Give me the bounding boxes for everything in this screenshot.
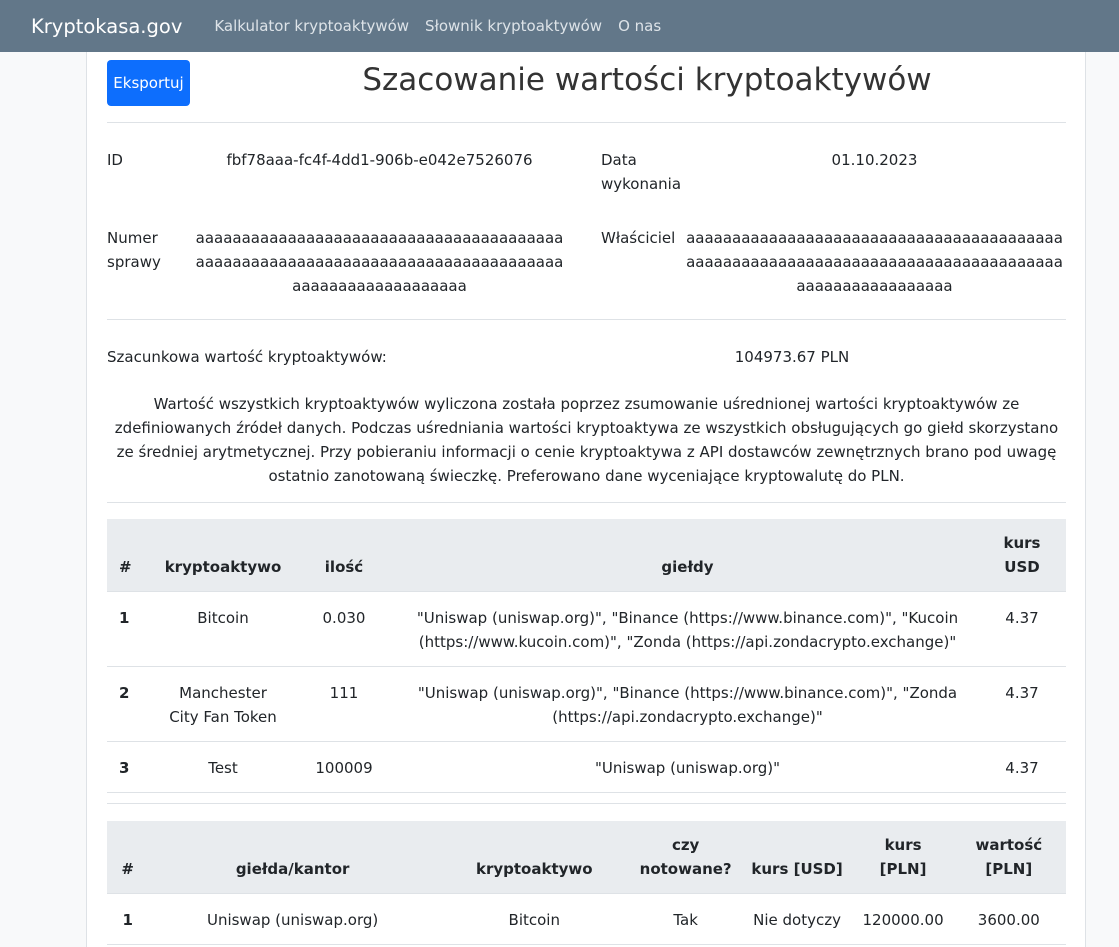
asset-quantity: 100009 (291, 741, 397, 793)
owner-label: Właściciel (601, 229, 676, 247)
column-header: wartość [PLN] (951, 821, 1066, 894)
divider (107, 502, 1066, 503)
report-card: Eksportuj Szacowanie wartości kryptoakty… (86, 52, 1086, 947)
table-row: 3 Test 100009 "Uniswap (uniswap.org)" 4.… (107, 741, 1066, 793)
column-header: kryptoaktywo (436, 821, 632, 894)
row-number: 1 (107, 591, 155, 667)
row-number: 3 (107, 741, 155, 793)
date-value: 01.10.2023 (831, 151, 918, 169)
asset-name: Test (155, 741, 291, 793)
asset-name: Bitcoin (436, 893, 632, 945)
column-header: ilość (291, 519, 397, 592)
column-header: kurs [PLN] (854, 821, 952, 894)
column-header: # (107, 821, 149, 894)
table-header-row: # giełda/kantor kryptoaktywo czy notowan… (107, 821, 1066, 894)
column-header: giełdy (397, 519, 978, 592)
asset-exchanges: "Uniswap (uniswap.org)", "Binance (https… (397, 666, 978, 742)
listed-status: Tak (631, 893, 740, 945)
column-header: kurs USD (978, 519, 1066, 592)
case-number-label: Numer sprawy (107, 229, 161, 271)
asset-rate-usd: 4.37 (978, 591, 1066, 667)
nav-link-dictionary[interactable]: Słownik kryptoaktywów (425, 17, 602, 35)
asset-name: Manchester City Fan Token (155, 666, 291, 742)
nav-link-about[interactable]: O nas (618, 17, 661, 35)
asset-name: Bitcoin (155, 591, 291, 667)
rate-usd: Nie dotyczy (739, 893, 855, 945)
exchange-table: # giełda/kantor kryptoaktywo czy notowan… (107, 821, 1066, 945)
navbar: Kryptokasa.gov Kalkulator kryptoaktywów … (0, 0, 1119, 52)
asset-quantity: 111 (291, 666, 397, 742)
asset-quantity: 0.030 (291, 591, 397, 667)
table-row: 1 Uniswap (uniswap.org) Bitcoin Tak Nie … (107, 893, 1066, 945)
row-number: 2 (107, 666, 155, 742)
exchange-name: Uniswap (uniswap.org) (148, 893, 437, 945)
divider (107, 319, 1066, 320)
export-button[interactable]: Eksportuj (107, 60, 190, 106)
asset-exchanges: "Uniswap (uniswap.org)" (397, 741, 978, 793)
case-number-value: aaaaaaaaaaaaaaaaaaaaaaaaaaaaaaaaaaaaaaaa… (195, 229, 564, 295)
asset-rate-usd: 4.37 (978, 666, 1066, 742)
asset-exchanges: "Uniswap (uniswap.org)", "Binance (https… (397, 591, 978, 667)
value-pln: 3600.00 (951, 893, 1066, 945)
column-header: kurs [USD] (739, 821, 855, 894)
id-value: fbf78aaa-fc4f-4dd1-906b-e042e7526076 (226, 151, 533, 169)
divider (107, 803, 1066, 804)
column-header: czy notowane? (631, 821, 740, 894)
owner-value: aaaaaaaaaaaaaaaaaaaaaaaaaaaaaaaaaaaaaaaa… (686, 229, 1063, 295)
row-number: 1 (107, 893, 149, 945)
id-label: ID (107, 151, 123, 169)
table-row: 2 Manchester City Fan Token 111 "Uniswap… (107, 666, 1066, 742)
estimate-label: Szacunkowa wartość kryptoaktywów: (107, 348, 387, 366)
date-label: Data wykonania (601, 151, 682, 193)
divider (107, 122, 1066, 123)
table-row: 1 Bitcoin 0.030 "Uniswap (uniswap.org)",… (107, 591, 1066, 667)
assets-table: # kryptoaktywo ilość giełdy kurs USD 1 B… (107, 519, 1066, 793)
rate-pln: 120000.00 (854, 893, 952, 945)
brand-link[interactable]: Kryptokasa.gov (31, 15, 182, 38)
nav-link-calculator[interactable]: Kalkulator kryptoaktywów (214, 17, 409, 35)
column-header: # (107, 519, 155, 592)
table-header-row: # kryptoaktywo ilość giełdy kurs USD (107, 519, 1066, 592)
column-header: giełda/kantor (148, 821, 437, 894)
estimate-description: Wartość wszystkich kryptoaktywów wyliczo… (114, 395, 1059, 485)
column-header: kryptoaktywo (155, 519, 291, 592)
page-title: Szacowanie wartości kryptoaktywów (362, 62, 932, 98)
estimate-value: 104973.67 PLN (734, 348, 850, 366)
asset-rate-usd: 4.37 (978, 741, 1066, 793)
